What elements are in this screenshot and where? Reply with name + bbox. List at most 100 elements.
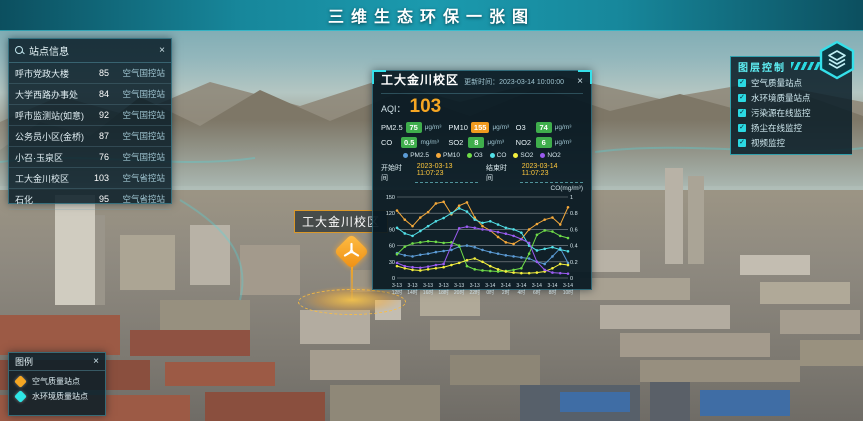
svg-text:3-14: 3-14 xyxy=(547,283,557,289)
svg-text:0.8: 0.8 xyxy=(570,211,578,217)
pollutant-badge: 74 xyxy=(536,122,552,133)
svg-text:3-14: 3-14 xyxy=(501,283,511,289)
svg-text:3-14: 3-14 xyxy=(485,283,495,289)
pollutant-chart[interactable]: 030609012015000.20.40.60.813-1312时3-1314… xyxy=(381,192,585,304)
series-dot xyxy=(540,153,545,158)
series-legend-item[interactable]: O3 xyxy=(467,152,483,159)
svg-text:18时: 18时 xyxy=(438,289,449,296)
svg-text:0.6: 0.6 xyxy=(570,227,578,233)
layer-checkbox[interactable]: ✓ xyxy=(738,124,746,132)
close-icon[interactable]: × xyxy=(159,46,165,56)
svg-text:0: 0 xyxy=(570,276,573,282)
layer-checkbox[interactable]: ✓ xyxy=(738,94,746,102)
svg-text:3-14: 3-14 xyxy=(532,283,542,289)
series-dot xyxy=(513,153,518,158)
station-aqi: 92 xyxy=(87,110,109,120)
map-legend-panel: 图例 × 空气质量站点 水环境质量站点 xyxy=(8,352,106,416)
pollutant-unit: μg/m³ xyxy=(555,139,572,146)
station-row[interactable]: 石化 95 空气省控站 xyxy=(9,189,171,210)
pollutant-cell: PM2.5 75 μg/m³ xyxy=(381,122,448,133)
svg-text:150: 150 xyxy=(386,195,395,201)
pollutant-name: PM10 xyxy=(448,123,468,132)
station-aqi: 103 xyxy=(87,173,109,183)
pollutant-cell: O3 74 μg/m³ xyxy=(516,122,583,133)
layer-checkbox[interactable]: ✓ xyxy=(738,79,746,87)
pollutant-badge: 6 xyxy=(536,137,552,148)
svg-text:3-13: 3-13 xyxy=(439,283,449,289)
aqi-line: AQI： 103 xyxy=(381,96,583,120)
popup-title: 工大金川校区 xyxy=(381,71,459,88)
pollutant-name: PM2.5 xyxy=(381,123,403,132)
series-legend-item[interactable]: PM10 xyxy=(436,152,460,159)
aqi-value: 103 xyxy=(410,96,442,118)
layer-label: 视频监控 xyxy=(751,137,785,149)
svg-text:20时: 20时 xyxy=(454,289,465,296)
svg-text:3-13: 3-13 xyxy=(392,283,402,289)
pollutant-unit: mg/m³ xyxy=(420,139,438,146)
series-label: SO2 xyxy=(520,152,533,159)
pollutant-grid: PM2.5 75 μg/m³ PM10 155 μg/m³ O3 74 μg/m… xyxy=(381,122,583,148)
close-icon[interactable]: × xyxy=(577,77,583,87)
legend-item-label: 空气质量站点 xyxy=(32,376,80,387)
station-type: 空气国控站 xyxy=(109,67,165,79)
series-legend-item[interactable]: NO2 xyxy=(540,152,560,159)
series-dot xyxy=(436,153,441,158)
pollutant-name: O3 xyxy=(516,123,533,132)
svg-text:3-14: 3-14 xyxy=(516,283,526,289)
legend-item[interactable]: 空气质量站点 xyxy=(16,376,98,387)
layer-label: 扬尘在线监控 xyxy=(751,122,802,134)
popup-header: 工大金川校区 更新时间：2023-03-14 10:00:00 × xyxy=(381,71,583,94)
pollutant-badge: 75 xyxy=(406,122,422,133)
pollutant-unit: μg/m³ xyxy=(425,124,442,131)
series-legend-item[interactable]: SO2 xyxy=(513,152,533,159)
station-name: 大学西路办事处 xyxy=(15,88,87,101)
search-icon xyxy=(15,46,24,55)
layer-label: 水环境质量站点 xyxy=(751,92,811,104)
svg-text:16时: 16时 xyxy=(423,289,434,296)
aqi-popup: 工大金川校区 更新时间：2023-03-14 10:00:00 × AQI： 1… xyxy=(372,70,592,290)
station-row[interactable]: 呼市监测站(如意) 92 空气国控站 xyxy=(9,105,171,126)
station-row[interactable]: 呼市党政大楼 85 空气国控站 xyxy=(9,63,171,84)
pollutant-cell: CO 0.5 mg/m³ xyxy=(381,137,448,148)
station-type: 空气国控站 xyxy=(109,130,165,142)
station-row[interactable]: 小召·玉泉区 76 空气国控站 xyxy=(9,147,171,168)
close-icon[interactable]: × xyxy=(93,357,99,367)
layer-checkbox[interactable]: ✓ xyxy=(738,109,746,117)
series-legend-item[interactable]: PM2.5 xyxy=(403,152,429,159)
station-aqi: 95 xyxy=(87,194,109,204)
svg-text:120: 120 xyxy=(386,211,395,217)
station-type: 空气国控站 xyxy=(109,109,165,121)
page-title: 三维生态环保一张图 xyxy=(328,3,535,27)
station-aqi: 84 xyxy=(87,89,109,99)
station-aqi: 76 xyxy=(87,152,109,162)
pollutant-badge: 155 xyxy=(471,122,490,133)
series-dot xyxy=(490,153,495,158)
series-legend-item[interactable]: CO xyxy=(490,152,507,159)
time-range-row: 开始时间 2023-03-13 11:07:23 结束时间 2023-03-14… xyxy=(381,163,583,183)
start-time-input[interactable]: 2023-03-13 11:07:23 xyxy=(415,163,478,183)
layer-item[interactable]: ✓ 污染源在线监控 xyxy=(738,107,846,119)
svg-text:3-13: 3-13 xyxy=(470,283,480,289)
pollutant-name: SO2 xyxy=(448,138,465,147)
pollutant-name: NO2 xyxy=(516,138,533,147)
layer-item[interactable]: ✓ 扬尘在线监控 xyxy=(738,122,846,134)
legend-item[interactable]: 水环境质量站点 xyxy=(16,391,98,402)
station-row[interactable]: 公务员小区(金桥) 87 空气国控站 xyxy=(9,126,171,147)
svg-text:2时: 2时 xyxy=(502,289,510,296)
station-name: 石化 xyxy=(15,193,87,206)
station-row[interactable]: 工大金川校区 103 空气省控站 xyxy=(9,168,171,189)
layer-checkbox[interactable]: ✓ xyxy=(738,139,746,147)
layers-icon[interactable] xyxy=(818,40,856,80)
station-name: 呼市党政大楼 xyxy=(15,67,87,80)
layer-item[interactable]: ✓ 水环境质量站点 xyxy=(738,92,846,104)
layer-item[interactable]: ✓ 视频监控 xyxy=(738,137,846,149)
end-time-input[interactable]: 2023-03-14 11:07:23 xyxy=(520,163,583,183)
svg-text:60: 60 xyxy=(389,244,395,250)
station-name: 工大金川校区 xyxy=(15,172,87,185)
series-label: NO2 xyxy=(547,152,560,159)
station-row[interactable]: 大学西路办事处 84 空气国控站 xyxy=(9,84,171,105)
layer-label: 污染源在线监控 xyxy=(751,107,811,119)
station-aqi: 87 xyxy=(87,131,109,141)
station-type: 空气国控站 xyxy=(109,151,165,163)
start-time-label: 开始时间 xyxy=(381,163,407,183)
